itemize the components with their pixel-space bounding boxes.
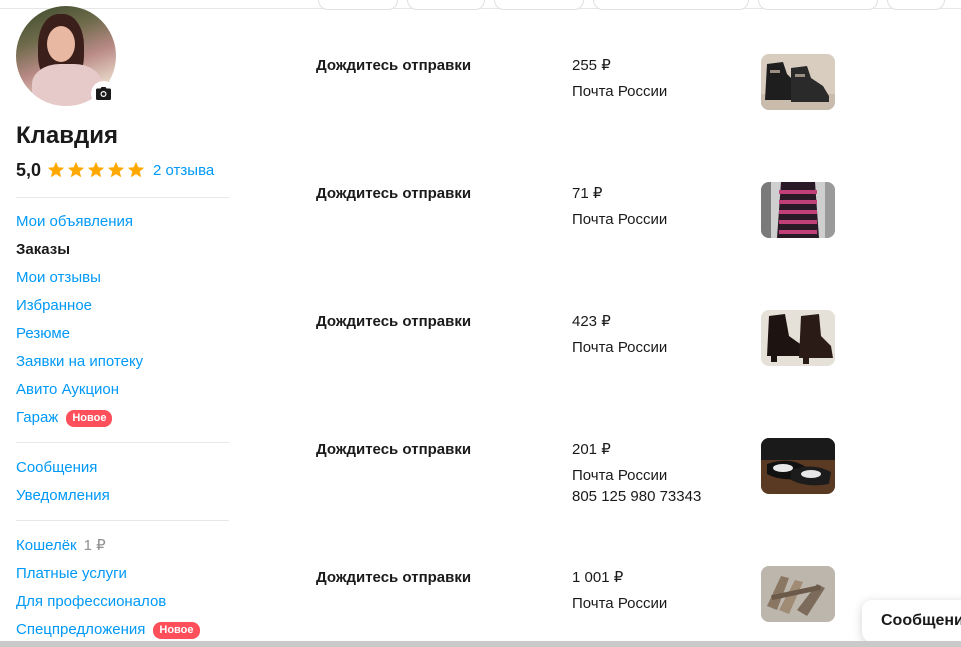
order-status: Дождитесь отправки	[316, 57, 472, 74]
tab-pill[interactable]	[318, 0, 398, 10]
star-icon	[87, 161, 105, 178]
tab-pill[interactable]	[887, 0, 945, 10]
nav-item-messages[interactable]: Сообщения	[16, 454, 229, 482]
wallet-balance: 1 ₽	[83, 537, 106, 554]
order-info: 201 ₽ Почта России 805 125 980 73343	[572, 438, 701, 504]
order-status: Дождитесь отправки	[316, 569, 472, 586]
star-icon	[127, 161, 145, 178]
order-price: 1 001 ₽	[572, 569, 624, 586]
tab-pill[interactable]	[407, 0, 485, 10]
rating-row: 5,0 2 отзыва	[16, 158, 229, 182]
order-tracking-number: 805 125 980 73343	[572, 488, 702, 505]
order-delivery: Почта России	[572, 339, 668, 356]
boots-photo[interactable]	[761, 54, 835, 110]
order-info: 1 001 ₽ Почта России	[572, 566, 667, 618]
order-status: Дождитесь отправки	[316, 313, 472, 330]
sandals-photo[interactable]	[761, 566, 835, 622]
order-status: Дождитесь отправки	[316, 441, 472, 458]
nav-group-communication: Сообщения Уведомления	[16, 443, 229, 520]
order-item[interactable]: Дождитесь отправки 1 001 ₽ Почта России	[316, 566, 876, 636]
profile-sidebar: Клавдия 5,0 2 отзыва Мои объявления Зака…	[16, 6, 229, 647]
rating-stars	[47, 161, 145, 179]
order-status: Дождитесь отправки	[316, 185, 472, 202]
striped-dress-photo[interactable]	[761, 182, 835, 238]
nav-group-services: Кошелёк 1 ₽ Платные услуги Для профессио…	[16, 521, 229, 647]
order-item[interactable]: Дождитесь отправки 255 ₽ Почта России	[316, 54, 876, 124]
nav-item-for-pros[interactable]: Для профессионалов	[16, 588, 229, 616]
nav-item-auction[interactable]: Авито Аукцион	[16, 376, 229, 404]
order-delivery: Почта России	[572, 595, 668, 612]
order-delivery: Почта России	[572, 467, 668, 484]
nav-item-my-reviews[interactable]: Мои отзывы	[16, 264, 229, 292]
order-item[interactable]: Дождитесь отправки 201 ₽ Почта России 80…	[316, 438, 876, 508]
tab-pill[interactable]	[593, 0, 749, 10]
nav-item-favorites[interactable]: Избранное	[16, 292, 229, 320]
reviews-link[interactable]: 2 отзыва	[153, 162, 214, 179]
order-price: 423 ₽	[572, 313, 611, 330]
star-icon	[67, 161, 85, 178]
nav-item-garage[interactable]: Гараж Новое	[16, 404, 229, 432]
messages-button[interactable]: Сообщения	[862, 600, 961, 642]
bottom-scroll-edge	[0, 641, 961, 647]
nav-item-notifications[interactable]: Уведомления	[16, 482, 229, 510]
nav-item-wallet[interactable]: Кошелёк 1 ₽	[16, 532, 229, 560]
tab-pill[interactable]	[494, 0, 584, 10]
nav-item-my-ads[interactable]: Мои объявления	[16, 208, 229, 236]
nav-group-main: Мои объявления Заказы Мои отзывы Избранн…	[16, 198, 229, 442]
order-price: 255 ₽	[572, 57, 611, 74]
tab-pill[interactable]	[758, 0, 878, 10]
order-item[interactable]: Дождитесь отправки 423 ₽ Почта России	[316, 310, 876, 380]
order-price: 71 ₽	[572, 185, 603, 202]
star-icon	[47, 161, 65, 178]
order-info: 423 ₽ Почта России	[572, 310, 667, 362]
rating-value: 5,0	[16, 159, 42, 180]
avatar-container[interactable]	[16, 6, 116, 106]
order-delivery: Почта России	[572, 211, 668, 228]
new-badge: Новое	[66, 409, 113, 427]
ankle-boots-photo[interactable]	[761, 310, 835, 366]
new-badge: Новое	[153, 621, 200, 639]
nav-item-resume[interactable]: Резюме	[16, 320, 229, 348]
user-name: Клавдия	[16, 122, 118, 149]
nav-item-mortgage[interactable]: Заявки на ипотеку	[16, 348, 229, 376]
nav-item-special-offers[interactable]: Спецпредложения Новое	[16, 616, 229, 644]
star-icon	[107, 161, 125, 178]
nav-item-orders[interactable]: Заказы	[16, 236, 229, 264]
camera-icon[interactable]	[91, 81, 116, 106]
order-price: 201 ₽	[572, 441, 611, 458]
order-delivery: Почта России	[572, 83, 668, 100]
orders-page: Клавдия 5,0 2 отзыва Мои объявления Зака…	[0, 0, 961, 647]
order-info: 71 ₽ Почта России	[572, 182, 667, 234]
order-info: 255 ₽ Почта России	[572, 54, 667, 106]
order-item[interactable]: Дождитесь отправки 71 ₽ Почта России	[316, 182, 876, 252]
nav-item-paid-services[interactable]: Платные услуги	[16, 560, 229, 588]
flats-photo[interactable]	[761, 438, 835, 494]
